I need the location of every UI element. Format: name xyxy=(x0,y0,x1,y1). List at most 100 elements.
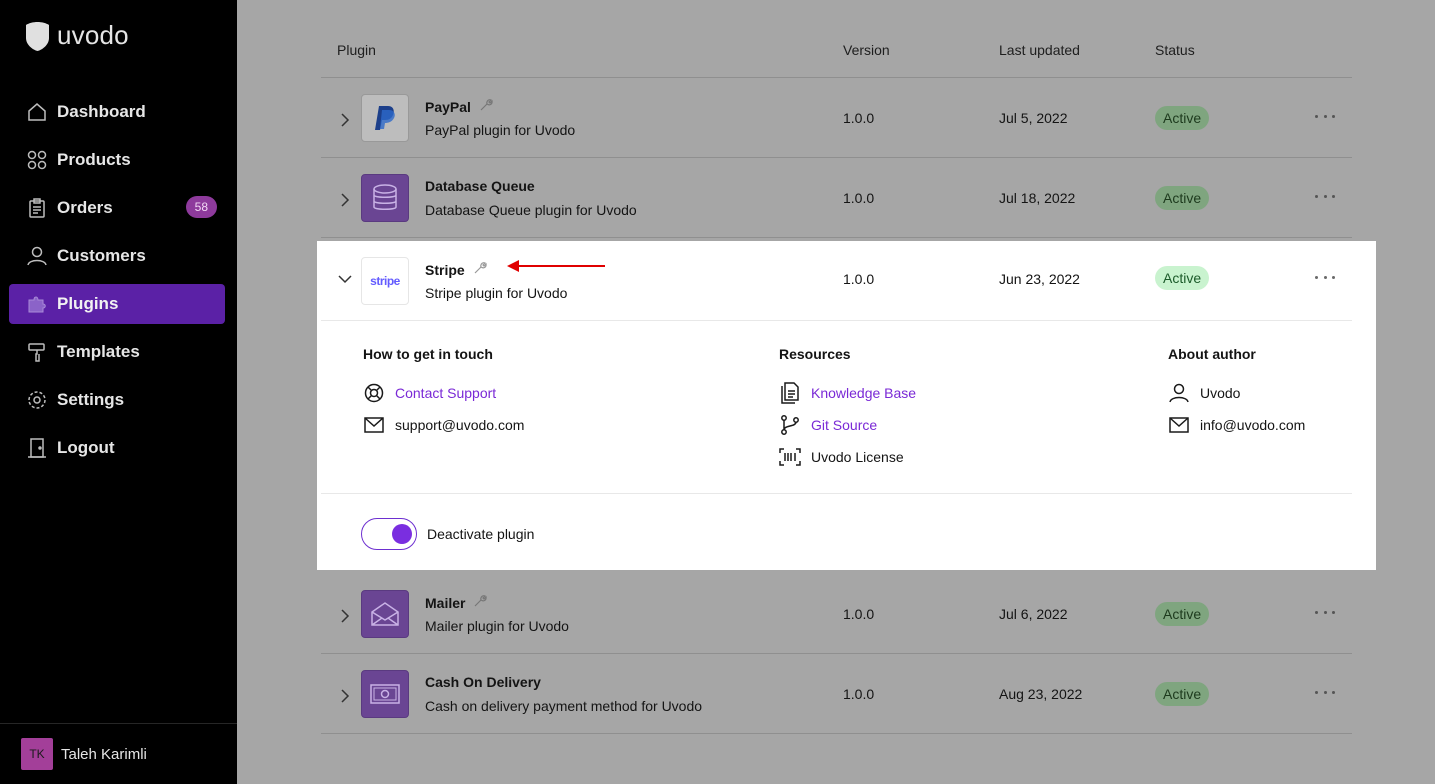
support-email-text: support@uvodo.com xyxy=(395,417,525,433)
more-options-icon[interactable] xyxy=(1315,604,1335,620)
plugins-table-header: Plugin Version Last updated Status xyxy=(321,22,1352,78)
sidebar-item-label: Settings xyxy=(57,390,125,409)
sidebar-item-templates[interactable]: Templates xyxy=(9,332,225,372)
puzzle-icon xyxy=(26,293,48,315)
envelope-icon xyxy=(371,602,399,626)
contact-support-link[interactable]: Contact Support xyxy=(363,382,496,404)
column-header-last-updated: Last updated xyxy=(999,42,1080,58)
sidebar-item-settings[interactable]: Settings xyxy=(9,380,225,420)
plugin-version: 1.0.0 xyxy=(843,110,875,126)
clipboard-icon xyxy=(26,197,48,219)
support-email: support@uvodo.com xyxy=(363,414,524,436)
stripe-logo-text: stripe xyxy=(370,274,400,288)
door-icon xyxy=(26,437,48,459)
database-queue-logo xyxy=(361,174,409,222)
sidebar-item-logout[interactable]: Logout xyxy=(9,428,225,468)
status-badge: Active xyxy=(1155,106,1210,130)
plugin-description: Stripe plugin for Uvodo xyxy=(425,285,568,301)
chevron-right-icon[interactable] xyxy=(337,192,353,208)
knowledge-base-text[interactable]: Knowledge Base xyxy=(811,385,916,401)
plugin-updated: Aug 23, 2022 xyxy=(999,686,1083,702)
paint-roller-icon xyxy=(26,341,48,363)
sidebar-item-dashboard[interactable]: Dashboard xyxy=(9,92,225,132)
avatar: TK xyxy=(21,738,53,770)
stripe-plugin-expanded-panel: stripe Stripe Stripe plugin for Uvodo 1.… xyxy=(317,241,1376,570)
plugin-name-text: PayPal xyxy=(425,98,471,115)
knowledge-base-link[interactable]: Knowledge Base xyxy=(779,382,916,404)
more-options-icon[interactable] xyxy=(1315,108,1335,124)
shield-logo-icon xyxy=(26,21,49,51)
status-badge: Active xyxy=(1155,266,1210,290)
table-row[interactable]: Database Queue Database Queue plugin for… xyxy=(321,158,1352,238)
user-name: Taleh Karimli xyxy=(61,745,147,763)
table-row[interactable]: Cash On Delivery Cash on delivery paymen… xyxy=(321,654,1352,734)
plugin-details: How to get in touch Contact Support supp… xyxy=(321,318,1352,494)
grid-icon xyxy=(26,149,48,171)
contact-support-text[interactable]: Contact Support xyxy=(395,385,496,401)
chevron-down-icon[interactable] xyxy=(337,271,353,287)
plugin-version: 1.0.0 xyxy=(843,686,875,702)
wrench-icon[interactable] xyxy=(473,594,488,611)
stripe-logo: stripe xyxy=(361,257,409,305)
sidebar-item-label: Logout xyxy=(57,438,115,457)
plugin-version: 1.0.0 xyxy=(843,190,875,206)
sidebar-item-label: Customers xyxy=(57,246,146,265)
plugin-description: Database Queue plugin for Uvodo xyxy=(425,202,637,218)
chevron-right-icon[interactable] xyxy=(337,688,353,704)
table-row[interactable]: stripe Stripe Stripe plugin for Uvodo 1.… xyxy=(321,241,1352,321)
paypal-icon xyxy=(375,106,395,130)
author-email: info@uvodo.com xyxy=(1168,414,1305,436)
plugin-description: Mailer plugin for Uvodo xyxy=(425,618,569,634)
plugin-description: PayPal plugin for Uvodo xyxy=(425,122,576,138)
more-options-icon[interactable] xyxy=(1315,684,1335,700)
plugin-name: PayPal xyxy=(425,98,493,115)
git-source-text[interactable]: Git Source xyxy=(811,417,877,433)
plugin-updated: Jul 5, 2022 xyxy=(999,110,1068,126)
deactivate-plugin-control: Deactivate plugin xyxy=(361,518,534,550)
touch-section-title: How to get in touch xyxy=(363,346,493,362)
plugin-name-text: Stripe xyxy=(425,261,465,278)
resources-section-title: Resources xyxy=(779,346,851,362)
sidebar-item-products[interactable]: Products xyxy=(9,140,225,180)
sidebar-item-plugins[interactable]: Plugins xyxy=(9,284,225,324)
mail-icon xyxy=(1168,414,1190,436)
cash-on-delivery-logo xyxy=(361,670,409,718)
document-icon xyxy=(779,382,801,404)
sidebar-item-label: Products xyxy=(57,150,131,169)
gear-icon xyxy=(26,389,48,411)
banknote-icon xyxy=(370,684,400,704)
orders-count-badge: 58 xyxy=(185,196,217,218)
git-source-link[interactable]: Git Source xyxy=(779,414,877,436)
table-row[interactable]: Mailer Mailer plugin for Uvodo 1.0.0 Jul… xyxy=(321,574,1352,654)
plugin-name: Cash On Delivery xyxy=(425,674,541,690)
plugin-name: Database Queue xyxy=(425,178,535,194)
author-name-text: Uvodo xyxy=(1200,385,1241,401)
deactivate-plugin-toggle[interactable] xyxy=(361,518,417,550)
status-badge: Active xyxy=(1155,602,1210,626)
wrench-icon[interactable] xyxy=(479,98,493,115)
brand-logo[interactable]: uvodo xyxy=(26,20,129,51)
brand-name: uvodo xyxy=(57,20,129,50)
mailer-logo xyxy=(361,590,409,638)
user-profile[interactable]: TK Taleh Karimli xyxy=(0,723,237,784)
sidebar-item-customers[interactable]: Customers xyxy=(9,236,225,276)
more-options-icon[interactable] xyxy=(1315,188,1335,204)
chevron-right-icon[interactable] xyxy=(337,608,353,624)
chevron-right-icon[interactable] xyxy=(337,112,353,128)
plugin-updated: Jul 6, 2022 xyxy=(999,606,1068,622)
column-header-version: Version xyxy=(843,42,890,58)
wrench-icon[interactable] xyxy=(473,261,487,278)
license-text: Uvodo License xyxy=(811,449,904,465)
deactivate-plugin-label: Deactivate plugin xyxy=(427,526,535,542)
plugin-updated: Jun 23, 2022 xyxy=(999,271,1080,287)
status-badge: Active xyxy=(1155,186,1210,210)
database-icon xyxy=(373,184,397,210)
sidebar-item-orders[interactable]: Orders 58 xyxy=(9,188,225,228)
license-item[interactable]: Uvodo License xyxy=(779,446,904,468)
column-header-status: Status xyxy=(1155,42,1195,58)
plugin-version: 1.0.0 xyxy=(843,606,875,622)
table-row[interactable]: PayPal PayPal plugin for Uvodo 1.0.0 Jul… xyxy=(321,78,1352,158)
sidebar-nav: Dashboard Products Orders 58 Customers P… xyxy=(9,92,225,476)
more-options-icon[interactable] xyxy=(1315,269,1335,285)
sidebar-item-label: Plugins xyxy=(57,294,119,313)
